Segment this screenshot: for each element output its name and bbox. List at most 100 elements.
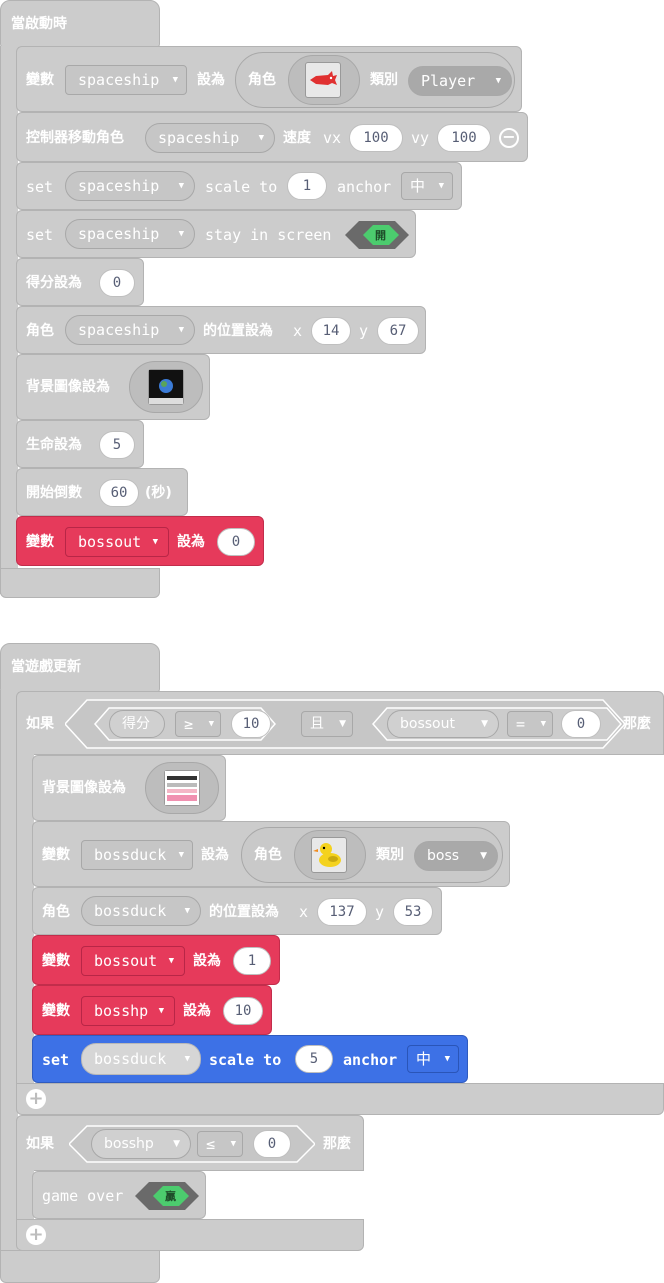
pos-x-input[interactable]: 137 xyxy=(317,898,367,926)
toggle-on[interactable]: 開 xyxy=(345,221,409,249)
set-background-block-2[interactable]: 背景圖像設為 xyxy=(32,755,226,821)
on-update-footer xyxy=(0,1250,160,1283)
pos-sprite-label: 角色 xyxy=(42,904,70,920)
vx-label: vx xyxy=(323,129,342,147)
and-condition[interactable]: 得分 ≥ ▼ 10 且 ▼ bossout ▼ = ▼ 0 xyxy=(65,696,625,752)
countdown-unit: (秒) xyxy=(145,485,172,501)
pos-y-input[interactable]: 53 xyxy=(393,898,433,926)
controller-sprite-dropdown[interactable]: spaceship ▼ xyxy=(145,123,275,153)
sprite-image-slot[interactable] xyxy=(294,830,366,880)
anchor-dropdown[interactable]: 中 ▼ xyxy=(401,172,453,200)
life-input[interactable]: 5 xyxy=(99,431,135,459)
scale-input[interactable]: 1 xyxy=(287,172,327,200)
set-to-label: 設為 xyxy=(201,847,229,863)
set-bossout-block-2[interactable]: 變數 bossout ▼ 設為 1 xyxy=(32,935,280,985)
bossout-dropdown[interactable]: bossout ▼ xyxy=(65,527,169,557)
set-background-block[interactable]: 背景圖像設為 xyxy=(16,354,210,420)
compare-value[interactable]: 0 xyxy=(253,1130,291,1158)
set-to-label: 設為 xyxy=(197,72,225,88)
and-op-dropdown[interactable]: 且 ▼ xyxy=(301,711,353,737)
if-block-1[interactable]: 如果 得分 ≥ ▼ 10 且 ▼ bossout ▼ = ▼ 0 那麼 xyxy=(16,691,664,755)
sprite-create-slot: 角色 類別 boss ▼ xyxy=(241,827,503,883)
set-var-sprite-block[interactable]: 變數 spaceship ▼ 設為 角色 類別 Player ▼ xyxy=(16,46,522,112)
bosshp-value-input[interactable]: 10 xyxy=(223,997,263,1025)
bossout-reporter[interactable]: bossout ▼ xyxy=(387,710,499,738)
on-update-hat-block[interactable]: 當遊戲更新 xyxy=(0,643,160,693)
set-bosshp-block[interactable]: 變數 bosshp ▼ 設為 10 xyxy=(32,985,272,1035)
bg-label: 背景圖像設為 xyxy=(26,379,110,395)
set-bossout-block[interactable]: 變數 bossout ▼ 設為 0 xyxy=(16,516,264,566)
var-label: 變數 xyxy=(42,847,70,863)
scale-to-label: scale to xyxy=(209,1051,282,1069)
pos-set-label: 的位置設為 xyxy=(209,904,279,920)
var-label: 變數 xyxy=(26,534,54,550)
if-block-1-footer: + xyxy=(16,1083,664,1115)
compare-op-2[interactable]: = ▼ xyxy=(507,711,553,737)
then-label: 那麼 xyxy=(623,716,651,732)
sprite-image-slot[interactable] xyxy=(288,55,360,105)
stay-sprite-dropdown[interactable]: spaceship ▼ xyxy=(65,219,195,249)
pos-x-input[interactable]: 14 xyxy=(311,317,351,345)
bossout-value-input[interactable]: 1 xyxy=(233,947,271,975)
vx-input[interactable]: 100 xyxy=(349,124,403,152)
pos-y-input[interactable]: 67 xyxy=(377,317,419,345)
vy-input[interactable]: 100 xyxy=(437,124,491,152)
bosshp-reporter[interactable]: bosshp ▼ xyxy=(91,1129,191,1159)
pos-set-label: 的位置設為 xyxy=(203,323,273,339)
game-over-block[interactable]: game over 贏 xyxy=(32,1171,206,1219)
compare-value-1[interactable]: 10 xyxy=(231,710,271,738)
var-dropdown[interactable]: spaceship ▼ xyxy=(65,65,187,95)
sprite-label: 角色 xyxy=(254,847,282,863)
toggle-label: 開 xyxy=(375,229,386,242)
set-life-block[interactable]: 生命設為 5 xyxy=(16,420,144,468)
life-label: 生命設為 xyxy=(26,437,82,453)
scale-sprite-dropdown[interactable]: bossduck ▼ xyxy=(81,1043,201,1075)
set-var-bossduck-block[interactable]: 變數 bossduck ▼ 設為 角色 類別 boss ▼ xyxy=(32,821,510,887)
set-scale-block[interactable]: set spaceship ▼ scale to 1 anchor 中 ▼ xyxy=(16,162,462,210)
start-countdown-block[interactable]: 開始倒數 60 (秒) xyxy=(16,468,188,516)
speed-label: 速度 xyxy=(283,130,311,146)
add-branch-icon[interactable]: + xyxy=(26,1225,46,1245)
on-start-hat-block[interactable]: 當啟動時 xyxy=(0,0,160,48)
pos-sprite-dropdown[interactable]: spaceship ▼ xyxy=(65,315,195,345)
compare-value-2[interactable]: 0 xyxy=(561,710,601,738)
set-label: set xyxy=(26,226,54,244)
anchor-dropdown[interactable]: 中 ▼ xyxy=(407,1045,459,1073)
bossout-value-input[interactable]: 0 xyxy=(217,528,255,556)
bg-label: 背景圖像設為 xyxy=(42,780,126,796)
set-position-block[interactable]: 角色 spaceship ▼ 的位置設為 x 14 y 67 xyxy=(16,306,426,354)
score-input[interactable]: 0 xyxy=(99,269,135,297)
bosshp-condition[interactable]: bosshp ▼ ≤ ▼ 0 xyxy=(69,1124,315,1164)
set-position-block-2[interactable]: 角色 bossduck ▼ 的位置設為 x 137 y 53 xyxy=(32,887,442,935)
remove-arg-icon[interactable]: − xyxy=(499,128,519,148)
win-toggle[interactable]: 贏 xyxy=(135,1182,199,1210)
set-scale-block-2[interactable]: set bossduck ▼ scale to 5 anchor 中 ▼ xyxy=(32,1035,468,1083)
set-score-block[interactable]: 得分設為 0 xyxy=(16,258,144,306)
countdown-input[interactable]: 60 xyxy=(99,479,139,507)
kind-label: 類別 xyxy=(370,72,398,88)
controller-move-block[interactable]: 控制器移動角色 spaceship ▼ 速度 vx 100 vy 100 − xyxy=(16,112,528,162)
compare-op-1[interactable]: ≥ ▼ xyxy=(175,711,221,737)
scale-sprite-dropdown[interactable]: spaceship ▼ xyxy=(65,171,195,201)
if-block-2[interactable]: 如果 bosshp ▼ ≤ ▼ 0 那麼 xyxy=(16,1115,364,1171)
set-to-label: 設為 xyxy=(193,953,221,969)
bosshp-dropdown[interactable]: bosshp ▼ xyxy=(81,996,175,1026)
score-label: 得分設為 xyxy=(26,275,82,291)
bossout-dropdown[interactable]: bossout ▼ xyxy=(81,946,185,976)
score-reporter[interactable]: 得分 xyxy=(109,710,165,738)
kind-dropdown[interactable]: boss ▼ xyxy=(414,841,498,871)
countdown-label: 開始倒數 xyxy=(26,485,82,501)
var-dropdown[interactable]: bossduck ▼ xyxy=(81,840,193,870)
pos-x-label: x xyxy=(299,903,309,921)
bg-image-slot[interactable] xyxy=(145,762,219,814)
compare-op[interactable]: ≤ ▼ xyxy=(197,1131,243,1157)
duck-sprite-icon xyxy=(311,837,347,873)
bg-image-slot[interactable] xyxy=(129,361,203,413)
add-branch-icon[interactable]: + xyxy=(26,1089,46,1109)
pos-x-label: x xyxy=(293,322,303,340)
pos-sprite-dropdown[interactable]: bossduck ▼ xyxy=(81,896,201,926)
stay-in-screen-block[interactable]: set spaceship ▼ stay in screen 開 xyxy=(16,210,416,258)
kind-dropdown[interactable]: Player ▼ xyxy=(408,66,512,96)
kind-label: 類別 xyxy=(376,847,404,863)
scale-input[interactable]: 5 xyxy=(295,1045,333,1073)
